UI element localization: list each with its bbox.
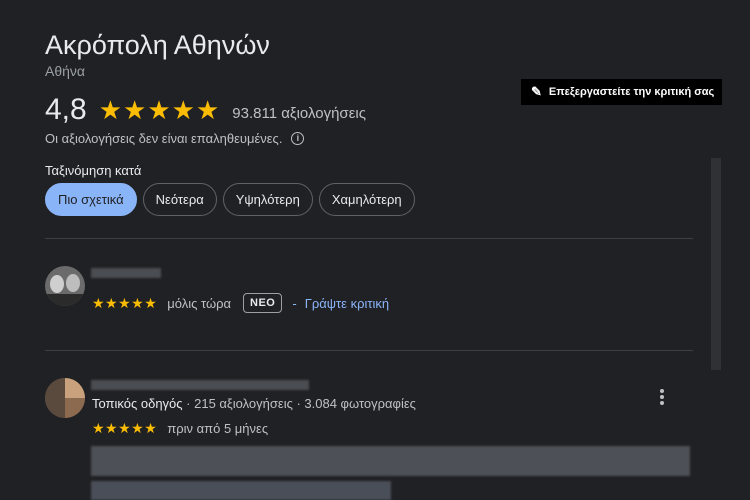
edit-review-button[interactable]: ✎ Επεξεργαστείτε την κριτική σας	[521, 79, 722, 105]
sort-chip-highest[interactable]: Υψηλότερη	[222, 183, 313, 216]
sort-label: Ταξινόμηση κατά	[45, 163, 142, 178]
write-review-link[interactable]: Γράψτε κριτική	[305, 296, 389, 311]
review-stars: ★★★★★	[92, 420, 158, 436]
rating-stars: ★★★★★	[98, 94, 221, 125]
sort-chip-newest[interactable]: Νεότερα	[142, 183, 217, 216]
review-header: ★★★★★ πριν από 5 μήνες	[92, 420, 268, 437]
divider	[45, 350, 693, 351]
rating-summary: 4,8 ★★★★★ 93.811 αξιολογήσεις	[45, 93, 366, 127]
review-time: πριν από 5 μήνες	[167, 421, 269, 436]
edit-review-label: Επεξεργαστείτε την κριτική σας	[548, 86, 715, 98]
place-title: Ακρόπολη Αθηνών	[45, 30, 270, 60]
sort-chip-lowest[interactable]: Χαμηλότερη	[318, 183, 415, 216]
reviewer-meta: Τοπικός οδηγός · 215 αξιολογήσεις · 3.08…	[92, 396, 416, 411]
reviewer-avatar[interactable]	[45, 266, 85, 306]
rating-value: 4,8	[45, 93, 87, 126]
review-time: μόλις τώρα	[167, 295, 232, 311]
scrollbar[interactable]	[711, 158, 721, 370]
reviewer-avatar[interactable]	[45, 378, 85, 418]
sort-chips: Πιο σχετικά Νεότερα Υψηλότερη Χαμηλότερη	[45, 183, 421, 216]
review-stars: ★★★★★	[92, 294, 158, 311]
review-text-redacted	[91, 446, 690, 476]
new-badge: ΝΕΟ	[243, 293, 283, 313]
local-guide-label: Τοπικός οδηγός	[92, 396, 183, 411]
verification-note-text: Οι αξιολογήσεις δεν είναι επαληθευμένες.	[45, 131, 283, 146]
reviewer-name-redacted	[91, 380, 309, 390]
reviewer-stats: · 215 αξιολογήσεις · 3.084 φωτογραφίες	[182, 396, 416, 411]
sort-chip-relevant[interactable]: Πιο σχετικά	[45, 183, 137, 216]
place-location: Αθήνα	[45, 63, 86, 79]
pencil-icon: ✎	[531, 84, 542, 99]
separator: -	[292, 295, 297, 311]
verification-note: Οι αξιολογήσεις δεν είναι επαληθευμένες.…	[45, 131, 305, 146]
divider	[45, 238, 693, 239]
info-icon[interactable]: i	[291, 132, 305, 145]
reviewer-name-redacted	[91, 268, 161, 278]
review-header: ★★★★★ μόλις τώρα ΝΕΟ - Γράψτε κριτική	[92, 293, 389, 313]
review-count: 93.811 αξιολογήσεις	[232, 104, 366, 122]
review-text-redacted	[91, 481, 391, 500]
more-options-icon[interactable]	[657, 388, 667, 406]
